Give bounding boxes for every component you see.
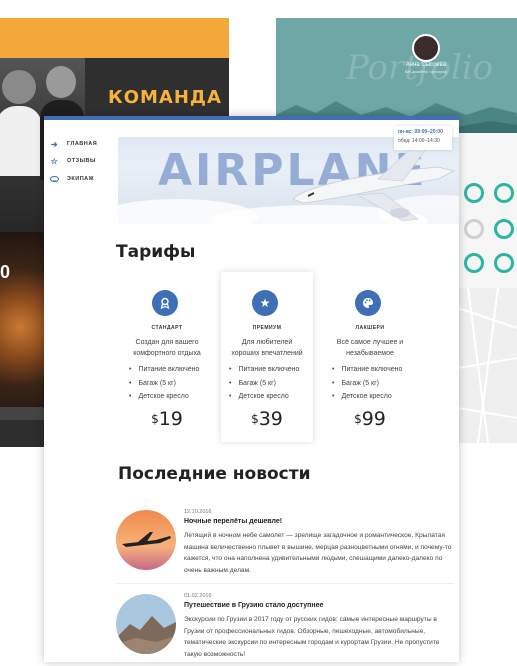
tariff-features: Питание включено Багаж (5 кг) Детское кр…: [332, 363, 416, 404]
tariff-price: $19: [151, 408, 183, 430]
news-title[interactable]: Ночные перелёты дешевле!: [184, 518, 282, 525]
list-item: Питание включено: [332, 363, 416, 377]
tariff-price: $99: [354, 408, 386, 430]
palette-icon: [355, 290, 381, 316]
star-icon: ★: [252, 290, 278, 316]
news-item-georgia[interactable]: 01.02.2016 Путешествие в Грузию стало до…: [116, 593, 454, 666]
tariff-features: Питание включено Багаж (5 кг) Детское кр…: [129, 363, 213, 404]
team-title: КОМАНДА: [108, 87, 222, 108]
avatar: [412, 34, 440, 62]
progress-ring: [464, 183, 484, 203]
nav-item-home[interactable]: ➔ ГЛАВНАЯ: [50, 138, 97, 150]
list-item: Багаж (5 кг): [129, 377, 213, 391]
nav-item-crew[interactable]: ЭКИПАЖ: [50, 173, 94, 185]
tariff-description: Для любителей хороших впечатлений: [231, 339, 303, 357]
sunset-airplane-icon: [116, 510, 176, 570]
airplane-site-card: ➔ ГЛАВНАЯ ☆ ОТЗЫВЫ ЭКИПАЖ AIRPLANE пн-вс…: [44, 116, 459, 662]
list-item: Детское кресло: [229, 390, 313, 404]
portfolio-name: Анна Сысоева: [405, 62, 447, 68]
news-heading: Последние новости: [118, 464, 311, 484]
list-item: Питание включено: [229, 363, 313, 377]
food-label: 0: [0, 262, 11, 282]
news-thumbnail: [116, 594, 176, 654]
tariff-name: ПРЕМИУМ: [252, 325, 282, 331]
progress-ring: [464, 253, 484, 273]
map-roads: [457, 287, 517, 444]
mountain-landscape-icon: [116, 594, 176, 654]
news-thumbnail: [116, 510, 176, 570]
news-text: Летящий в ночном небе самолет — зрелище …: [184, 532, 452, 574]
news-text: Экскурсии по Грузии в 2017 году от русск…: [184, 616, 440, 658]
list-item: Детское кресло: [129, 390, 213, 404]
news-date: 01.02.2016: [184, 593, 212, 599]
airplane-icon: [292, 141, 456, 222]
tariff-description: Создан для вашего комфортного отдыха: [133, 339, 201, 357]
news-item-night-flights[interactable]: 12.10.2016 Ночные перелёты дешевле! Летя…: [116, 509, 454, 582]
badge-icon: [152, 290, 178, 316]
list-item: Багаж (5 кг): [229, 377, 313, 391]
sidebar-nav: ➔ ГЛАВНАЯ ☆ ОТЗЫВЫ ЭКИПАЖ: [44, 120, 118, 210]
nav-item-label: ГЛАВНАЯ: [67, 141, 98, 147]
star-icon: ☆: [50, 156, 59, 166]
background-orange-banner: [0, 18, 229, 58]
news-date: 12.10.2016: [184, 509, 212, 515]
hours-lunch: обед: 14:00–14:30: [398, 138, 440, 144]
tariff-name: ЛАКШЕРИ: [355, 325, 385, 331]
arrow-right-icon: ➔: [50, 139, 59, 149]
tariff-card-luxury[interactable]: ЛАКШЕРИ Всё самое лучшее и незабываемое …: [324, 290, 416, 442]
divider: [116, 583, 454, 584]
food-photo: [0, 232, 44, 407]
portfolio-subtitle: Веб-дизайнер / фотограф: [405, 70, 447, 74]
list-item: Багаж (5 кг): [332, 377, 416, 391]
tariff-name: СТАНДАРТ: [151, 325, 183, 331]
nav-item-label: ЭКИПАЖ: [67, 176, 95, 182]
progress-ring: [494, 219, 514, 239]
cap-icon: [50, 175, 59, 184]
tariff-card-premium[interactable]: ★ ПРЕМИУМ Для любителей хороших впечатле…: [221, 272, 313, 442]
progress-ring: [494, 253, 514, 273]
tariff-description: Всё самое лучшее и незабываемое: [336, 339, 404, 357]
progress-ring: [494, 183, 514, 203]
map: [457, 287, 517, 444]
background-strip: [0, 420, 44, 447]
stats-section: [458, 133, 517, 288]
tariffs-heading: Тарифы: [116, 242, 196, 262]
hours-weekdays: пн-вс: 09:00–20:00: [398, 129, 443, 135]
tariff-price: $39: [251, 408, 283, 430]
news-title[interactable]: Путешествие в Грузию стало доступнее: [184, 602, 323, 609]
progress-ring: [464, 219, 484, 239]
opening-hours: пн-вс: 09:00–20:00 обед: 14:00–14:30: [394, 126, 452, 150]
list-item: Питание включено: [129, 363, 213, 377]
nav-item-label: ОТЗЫВЫ: [67, 158, 96, 164]
nav-item-reviews[interactable]: ☆ ОТЗЫВЫ: [50, 155, 96, 167]
list-item: Детское кресло: [332, 390, 416, 404]
tariff-features: Питание включено Багаж (5 кг) Детское кр…: [229, 363, 313, 404]
hero-banner: AIRPLANE: [118, 137, 459, 224]
tariff-card-standard[interactable]: СТАНДАРТ Создан для вашего комфортного о…: [121, 290, 213, 442]
